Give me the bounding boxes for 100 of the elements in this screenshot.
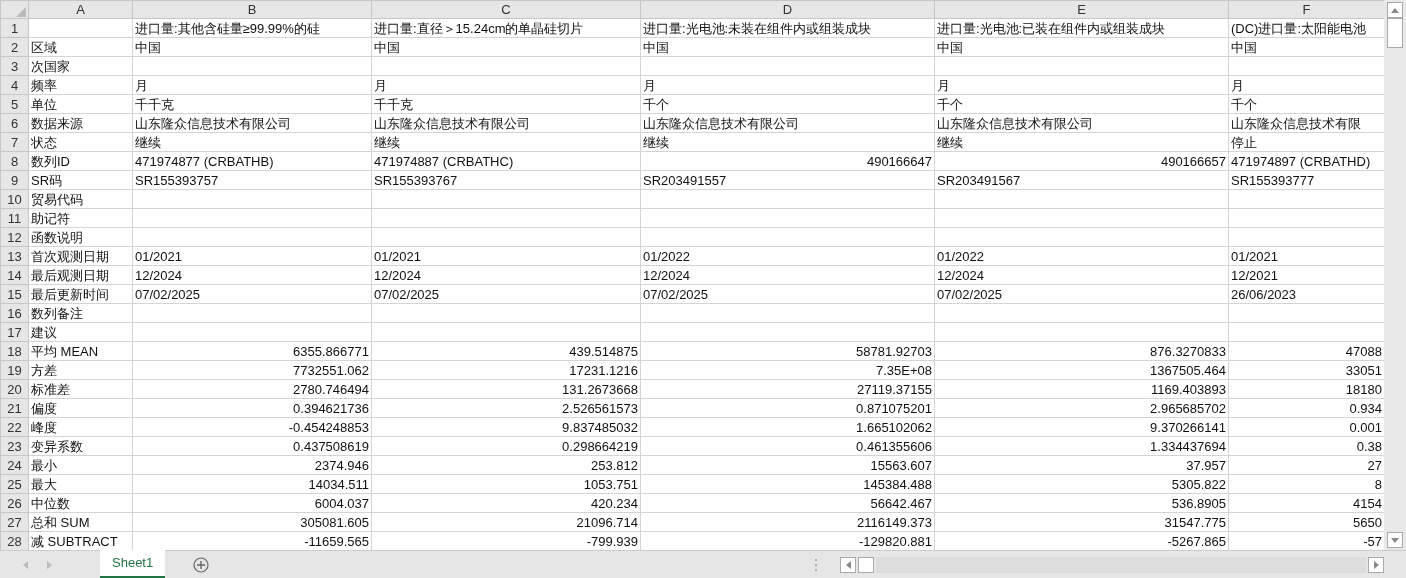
table-cell: 方差 xyxy=(28,360,133,380)
table-cell: 进口量:光电池:未装在组件内或组装成块 xyxy=(640,18,935,38)
table-cell: 峰度 xyxy=(28,417,133,437)
table-cell: 总和 SUM xyxy=(28,512,133,532)
table-cell: 2116149.373 xyxy=(640,512,935,532)
table-cell: 420.234 xyxy=(371,493,641,513)
scroll-down-icon[interactable] xyxy=(1391,537,1399,543)
table-cell: 千千克 xyxy=(371,94,641,114)
table-cell: 最小 xyxy=(28,455,133,475)
next-sheet-icon[interactable] xyxy=(46,560,52,569)
column-header[interactable]: F xyxy=(1228,0,1384,19)
table-cell: 中位数 xyxy=(28,493,133,513)
table-cell: 17231.1216 xyxy=(371,360,641,380)
table-cell: SR203491567 xyxy=(934,170,1229,190)
table-cell: 1.665102062 xyxy=(640,417,935,437)
table-cell: 07/02/2025 xyxy=(132,284,372,304)
table-cell: 0.461355606 xyxy=(640,436,935,456)
table-cell: 6355.866771 xyxy=(132,341,372,361)
table-cell: 1.334437694 xyxy=(934,436,1229,456)
table-cell: 月 xyxy=(640,75,935,95)
vertical-scrollbar[interactable] xyxy=(1384,0,1406,550)
table-cell: 1053.751 xyxy=(371,474,641,494)
table-cell: 建议 xyxy=(28,322,133,342)
table-cell: 5305.822 xyxy=(934,474,1229,494)
scroll-right-icon[interactable] xyxy=(1373,560,1379,569)
table-cell: 439.514875 xyxy=(371,341,641,361)
table-cell: 标准差 xyxy=(28,379,133,399)
table-cell: 6004.037 xyxy=(132,493,372,513)
table-cell: 山东隆众信息技术有限公司 xyxy=(371,113,641,133)
table-cell: 305081.605 xyxy=(132,512,372,532)
table-cell: 变异系数 xyxy=(28,436,133,456)
table-cell: 助记符 xyxy=(28,208,133,228)
table-cell: 次国家 xyxy=(28,56,133,76)
table-cell: 最大 xyxy=(28,474,133,494)
table-cell: 471974887 (CRBATHC) xyxy=(371,151,641,171)
scroll-thumb[interactable] xyxy=(1387,18,1403,48)
column-header[interactable]: E xyxy=(934,0,1229,19)
table-cell: 月 xyxy=(132,75,372,95)
table-cell: 253.812 xyxy=(371,455,641,475)
table-cell: 2.965685702 xyxy=(934,398,1229,418)
table-cell: SR155393767 xyxy=(371,170,641,190)
table-cell: 进口量:光电池:已装在组件内或组装成块 xyxy=(934,18,1229,38)
sheet-tab[interactable]: Sheet1 xyxy=(100,550,166,578)
table-cell: 千个 xyxy=(934,94,1229,114)
table-cell: 01/2022 xyxy=(640,246,935,266)
table-cell: 中国 xyxy=(371,37,641,57)
table-cell: 进口量:其他含硅量≥99.99%的硅 xyxy=(132,18,372,38)
table-cell: 最后更新时间 xyxy=(28,284,133,304)
table-cell: 进口量:直径＞15.24cm的单晶硅切片 xyxy=(371,18,641,38)
table-cell: 14034.511 xyxy=(132,474,372,494)
table-cell: 01/2022 xyxy=(934,246,1229,266)
table-cell: 中国 xyxy=(640,37,935,57)
table-cell: 12/2024 xyxy=(934,265,1229,285)
table-cell: 12/2024 xyxy=(640,265,935,285)
column-header[interactable]: A xyxy=(28,0,133,19)
table-cell: 继续 xyxy=(934,132,1229,152)
table-cell: 9.370266141 xyxy=(934,417,1229,437)
column-header[interactable]: D xyxy=(640,0,935,19)
table-cell: 07/02/2025 xyxy=(371,284,641,304)
table-cell: 月 xyxy=(934,75,1229,95)
table-cell: 21096.714 xyxy=(371,512,641,532)
table-cell: 07/02/2025 xyxy=(640,284,935,304)
table-cell: 490166647 xyxy=(640,151,935,171)
column-header[interactable]: B xyxy=(132,0,372,19)
table-cell: SR203491557 xyxy=(640,170,935,190)
table-cell: 继续 xyxy=(640,132,935,152)
table-cell: 15563.607 xyxy=(640,455,935,475)
table-cell: 数列ID xyxy=(28,151,133,171)
table-cell: 2374.946 xyxy=(132,455,372,475)
table-cell: 继续 xyxy=(132,132,372,152)
previous-sheet-icon[interactable] xyxy=(22,560,28,569)
table-cell: 7732551.062 xyxy=(132,360,372,380)
table-cell: 12/2024 xyxy=(132,265,372,285)
scroll-up-icon[interactable] xyxy=(1391,7,1399,13)
column-header[interactable]: C xyxy=(371,0,641,19)
table-cell: 471974877 (CRBATHB) xyxy=(132,151,372,171)
table-cell: 山东隆众信息技术有限公司 xyxy=(640,113,935,133)
more-options-icon[interactable] xyxy=(814,557,818,572)
table-cell: SR155393757 xyxy=(132,170,372,190)
table-cell: 56642.467 xyxy=(640,493,935,513)
table-cell: 数列备注 xyxy=(28,303,133,323)
table-cell: 01/2021 xyxy=(132,246,372,266)
scroll-thumb[interactable] xyxy=(858,556,874,573)
table-cell: 1367505.464 xyxy=(934,360,1229,380)
table-cell: 频率 xyxy=(28,75,133,95)
table-cell: 中国 xyxy=(934,37,1229,57)
table-cell: 0.437508619 xyxy=(132,436,372,456)
table-cell: 01/2021 xyxy=(371,246,641,266)
table-cell: 0.871075201 xyxy=(640,398,935,418)
table-cell: 月 xyxy=(371,75,641,95)
table-cell: 千个 xyxy=(640,94,935,114)
scroll-left-icon[interactable] xyxy=(845,560,851,569)
table-cell: 12/2024 xyxy=(371,265,641,285)
table-cell: 145384.488 xyxy=(640,474,935,494)
table-cell: SR码 xyxy=(28,170,133,190)
table-cell: 7.35E+08 xyxy=(640,360,935,380)
table-cell: 单位 xyxy=(28,94,133,114)
table-cell: 58781.92703 xyxy=(640,341,935,361)
table-cell: 536.8905 xyxy=(934,493,1229,513)
add-sheet-icon[interactable] xyxy=(193,556,210,573)
